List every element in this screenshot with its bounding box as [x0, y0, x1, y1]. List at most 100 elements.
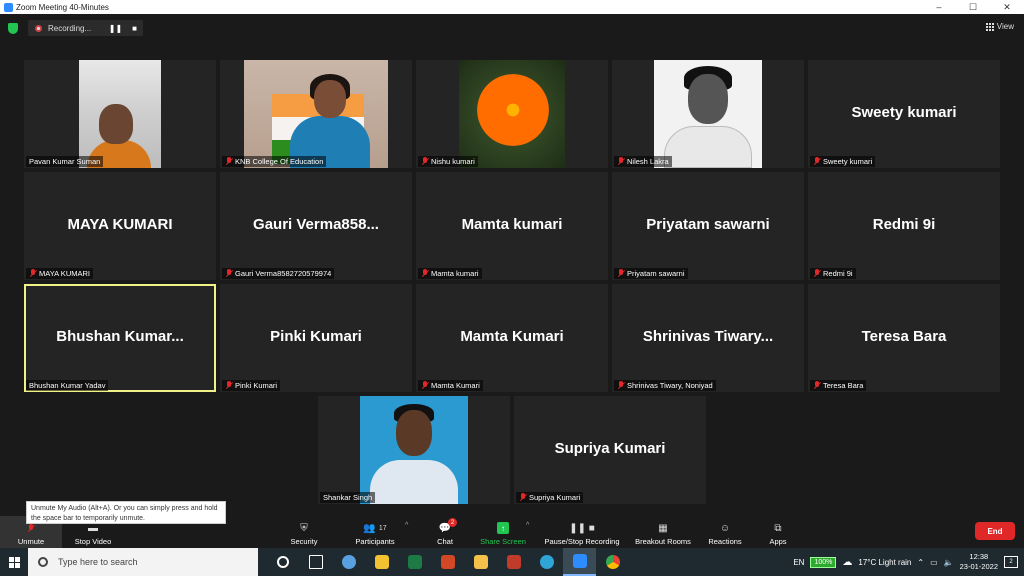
- clock[interactable]: 12:38 23-01-2022: [960, 552, 998, 572]
- share-screen-icon: ↑: [497, 522, 509, 534]
- participants-count: 17: [378, 524, 387, 532]
- participant-tile[interactable]: Priyatam sawarni Priyatam sawarni: [612, 172, 804, 280]
- share-screen-button[interactable]: ↑ Share Screen: [477, 516, 529, 548]
- participant-video: [654, 60, 762, 168]
- share-caret-icon[interactable]: ^: [526, 522, 529, 529]
- end-meeting-button[interactable]: End: [975, 522, 1015, 540]
- excel-icon[interactable]: [398, 548, 431, 576]
- zoom-app-icon: [4, 2, 13, 12]
- close-button[interactable]: ✕: [990, 0, 1024, 14]
- participant-tile[interactable]: Teresa Bara Teresa Bara: [808, 284, 1000, 392]
- muted-mic-icon: [813, 381, 821, 390]
- participant-tile[interactable]: Supriya Kumari Supriya Kumari: [514, 396, 706, 504]
- participant-tile-active-speaker[interactable]: Bhushan Kumar... Bhushan Kumar Yadav: [24, 284, 216, 392]
- participant-tile[interactable]: MAYA KUMARI MAYA KUMARI: [24, 172, 216, 280]
- participant-name-label: Bhushan Kumar Yadav: [26, 380, 109, 391]
- apps-icon: ⧉: [774, 522, 782, 534]
- participant-tile[interactable]: Nishu kumari: [416, 60, 608, 168]
- unmute-label: Unmute: [17, 537, 45, 546]
- participant-name-label: Sweety kumari: [810, 156, 876, 167]
- edge-icon[interactable]: [530, 548, 563, 576]
- weather-text[interactable]: 17°C Light rain: [858, 558, 911, 567]
- date: 23-01-2022: [959, 562, 998, 571]
- notification-icon[interactable]: 2: [1004, 556, 1018, 568]
- muted-mic-icon: [225, 381, 233, 390]
- network-icon[interactable]: ▭: [930, 558, 938, 567]
- participant-tile[interactable]: Mamta Kumari Mamta Kumari: [416, 284, 608, 392]
- muted-mic-icon: [813, 269, 821, 278]
- participants-caret-icon[interactable]: ^: [405, 522, 408, 529]
- chat-button[interactable]: 💬 2 Chat: [428, 516, 462, 548]
- participant-name-label: Mamta Kumari: [418, 380, 483, 391]
- battery-indicator[interactable]: 100%: [810, 556, 837, 568]
- file-explorer-icon[interactable]: [464, 548, 497, 576]
- chrome-icon[interactable]: [596, 548, 629, 576]
- participant-display-name: Supriya Kumari: [554, 440, 666, 457]
- taskbar-search-box[interactable]: Type here to search: [28, 548, 258, 576]
- participants-button[interactable]: 👥 17 Participants: [348, 516, 402, 548]
- muted-mic-icon: [617, 157, 625, 166]
- participant-tile[interactable]: Shrinivas Tiwary... Shrinivas Tiwary, No…: [612, 284, 804, 392]
- apps-label: Apps: [769, 537, 787, 546]
- participant-tile[interactable]: KNB College Of Education: [220, 60, 412, 168]
- participant-tile[interactable]: Gauri Verma858... Gauri Verma85827205799…: [220, 172, 412, 280]
- stop-recording-button[interactable]: ■: [132, 24, 137, 33]
- muted-mic-icon: [617, 269, 625, 278]
- security-button[interactable]: ⛨ Security: [282, 516, 326, 548]
- minimize-button[interactable]: –: [922, 0, 956, 14]
- muted-mic-icon: [617, 381, 625, 390]
- pause-recording-button[interactable]: ❚❚: [109, 24, 122, 33]
- reactions-label: Reactions: [708, 537, 742, 546]
- participant-tile[interactable]: Redmi 9i Redmi 9i: [808, 172, 1000, 280]
- participant-display-name: Pinki Kumari: [270, 328, 362, 345]
- chevron-up-icon[interactable]: ⌃: [917, 558, 924, 567]
- breakout-rooms-button[interactable]: ▦ Breakout Rooms: [632, 516, 694, 548]
- stop-video-label: Stop Video: [74, 537, 112, 546]
- language-indicator[interactable]: EN: [793, 558, 804, 567]
- app-icon-1[interactable]: [332, 548, 365, 576]
- pause-stop-recording-button[interactable]: ❚❚ ■ Pause/Stop Recording: [540, 516, 624, 548]
- shield-icon: ⛨: [300, 522, 308, 534]
- participant-name-label: Shankar Singh: [320, 492, 376, 503]
- view-button[interactable]: View: [985, 22, 1014, 31]
- title-bar: Zoom Meeting 40-Minutes – ☐ ✕: [0, 0, 1024, 14]
- muted-mic-icon: [813, 157, 821, 166]
- participant-name-label: Teresa Bara: [810, 380, 867, 391]
- zoom-taskbar-icon[interactable]: [563, 548, 596, 576]
- participant-tile[interactable]: Shankar Singh: [318, 396, 510, 504]
- participant-display-name: MAYA KUMARI: [67, 216, 173, 233]
- participant-name-label: Mamta kumari: [418, 268, 482, 279]
- participant-tile[interactable]: Pavan Kumar Suman: [24, 60, 216, 168]
- start-button[interactable]: [0, 548, 28, 576]
- maximize-button[interactable]: ☐: [956, 0, 990, 14]
- participant-tile[interactable]: Pinki Kumari Pinki Kumari: [220, 284, 412, 392]
- participant-video: [360, 396, 468, 504]
- participant-tile[interactable]: Sweety kumari Sweety kumari: [808, 60, 1000, 168]
- breakout-rooms-label: Breakout Rooms: [635, 537, 691, 546]
- participant-tile[interactable]: Mamta kumari Mamta kumari: [416, 172, 608, 280]
- meeting-top-strip: Recording... ❚❚ ■ View: [0, 14, 1024, 44]
- store-icon[interactable]: [365, 548, 398, 576]
- security-shield-icon[interactable]: [8, 23, 18, 34]
- participants-label: Participants: [355, 537, 395, 546]
- apps-button[interactable]: ⧉ Apps: [764, 516, 792, 548]
- task-view-icon[interactable]: [299, 548, 332, 576]
- participant-display-name: Mamta kumari: [461, 216, 563, 233]
- record-dot-icon: [35, 24, 42, 32]
- participant-video: [459, 60, 565, 168]
- participant-name-label: Shrinivas Tiwary, Noniyad: [614, 380, 716, 391]
- participant-tile[interactable]: Nilesh Lakra: [612, 60, 804, 168]
- meeting-area: Recording... ❚❚ ■ View Pavan Kumar Suman…: [0, 14, 1024, 516]
- weather-icon: ☁: [842, 556, 853, 568]
- breakout-rooms-icon: ▦: [658, 522, 668, 534]
- volume-icon[interactable]: 🔈: [944, 558, 954, 567]
- muted-mic-icon: [225, 157, 233, 166]
- cortana-icon[interactable]: [266, 548, 299, 576]
- taskbar-apps: [266, 548, 629, 576]
- powerpoint-icon[interactable]: [431, 548, 464, 576]
- windows-logo-icon: [8, 556, 20, 568]
- reactions-button[interactable]: ☺ Reactions: [704, 516, 746, 548]
- word-icon[interactable]: [497, 548, 530, 576]
- participant-name-label: Nilesh Lakra: [614, 156, 672, 167]
- zoom-window: Zoom Meeting 40-Minutes – ☐ ✕ Recording.…: [0, 0, 1024, 576]
